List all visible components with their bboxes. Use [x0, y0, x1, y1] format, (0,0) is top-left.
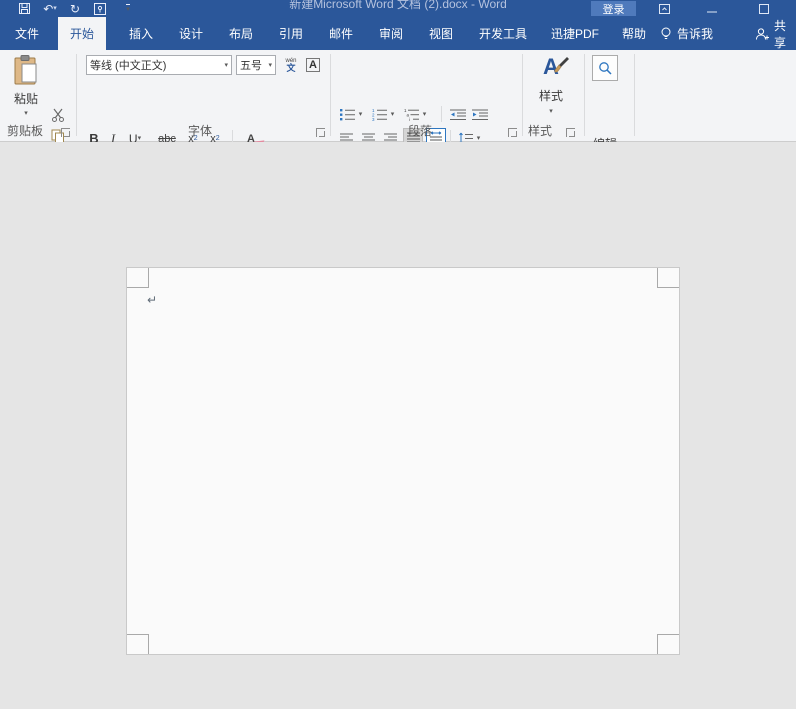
paste-clipboard-icon: [13, 55, 39, 87]
word-application-window: ↶ ▾ ↻ ▾ 新建Microsoft Word 文档 (2).docx - Wo…: [0, 0, 796, 709]
svg-text:3: 3: [372, 117, 375, 121]
lightbulb-icon: [660, 27, 672, 41]
paste-button[interactable]: 粘贴 ▾: [6, 55, 46, 131]
paste-label: 粘贴: [13, 92, 38, 106]
tab-review[interactable]: 审阅: [366, 17, 416, 50]
paragraph-mark: ↵: [147, 293, 158, 307]
group-separator: [634, 54, 635, 136]
tab-pdf[interactable]: 迅捷PDF: [540, 17, 610, 50]
styles-dialog-launcher-icon[interactable]: [566, 128, 575, 137]
maximize-icon[interactable]: [752, 0, 776, 17]
increase-indent-icon[interactable]: [470, 105, 490, 124]
group-separator: [330, 54, 331, 136]
tab-file[interactable]: 文件: [6, 17, 48, 50]
font-name-combobox[interactable]: 等线 (中文正文) ▾: [86, 55, 232, 75]
tab-help[interactable]: 帮助: [610, 17, 658, 50]
title-bar: ↶ ▾ ↻ ▾ 新建Microsoft Word 文档 (2).docx - Wo…: [0, 0, 796, 17]
paragraph-group-label: 段落: [408, 124, 433, 138]
bullets-button[interactable]: ▾: [337, 105, 365, 124]
document-title: 新建Microsoft Word 文档 (2).docx - Word: [289, 0, 507, 11]
tab-insert[interactable]: 插入: [116, 17, 166, 50]
font-name-value: 等线 (中文正文): [90, 60, 167, 72]
brush-icon: [554, 57, 569, 73]
paragraph-dialog-launcher-icon[interactable]: [508, 128, 517, 137]
group-separator: [76, 54, 77, 136]
chevron-down-icon: ▾: [224, 61, 228, 69]
group-separator: [584, 54, 585, 136]
cut-icon[interactable]: [48, 105, 68, 124]
margin-crop-mark: [127, 634, 149, 654]
share-control[interactable]: 共享: [755, 17, 796, 50]
tab-developer[interactable]: 开发工具: [466, 17, 540, 50]
tab-layout[interactable]: 布局: [216, 17, 266, 50]
phonetic-guide-icon[interactable]: wén 文: [281, 55, 301, 75]
styles-button[interactable]: A 样式 ▾: [530, 55, 572, 115]
document-canvas[interactable]: ↵: [0, 142, 796, 709]
search-icon: [599, 62, 612, 75]
share-label: 共享: [774, 18, 787, 50]
clipboard-group-label: 剪贴板: [7, 124, 44, 138]
font-size-combobox[interactable]: 五号 ▾: [236, 55, 276, 75]
document-page[interactable]: ↵: [126, 267, 680, 655]
margin-crop-mark: [127, 268, 149, 288]
font-dialog-launcher-icon[interactable]: [316, 128, 325, 137]
chevron-down-icon: ▾: [358, 111, 363, 118]
minimize-icon[interactable]: [700, 0, 724, 17]
chevron-down-icon: ▾: [390, 111, 395, 118]
tab-home[interactable]: 开始: [58, 17, 106, 50]
margin-crop-mark: [657, 634, 679, 654]
chevron-down-icon: ▾: [549, 108, 553, 115]
chevron-down-icon: ▾: [137, 135, 142, 142]
find-button[interactable]: [592, 55, 618, 81]
character-border-button[interactable]: A: [304, 56, 322, 74]
divider: [441, 106, 442, 122]
numbering-button[interactable]: 123 ▾: [369, 105, 397, 124]
paste-dropdown-caret: ▾: [24, 110, 28, 117]
tell-me-label: 告诉我: [677, 27, 714, 41]
tab-view[interactable]: 视图: [416, 17, 466, 50]
clipboard-dialog-launcher-icon[interactable]: [61, 128, 70, 137]
tab-references[interactable]: 引用: [266, 17, 316, 50]
tab-design[interactable]: 设计: [166, 17, 216, 50]
sign-in-button[interactable]: 登录: [591, 1, 636, 16]
chevron-down-icon: ▾: [268, 61, 272, 69]
margin-crop-mark: [657, 268, 679, 288]
ribbon-display-options-icon[interactable]: [652, 0, 676, 17]
chevron-down-icon: ▾: [476, 135, 481, 142]
font-size-value: 五号: [240, 60, 262, 72]
svg-text:i: i: [409, 117, 410, 121]
ribbon-tab-bar: 文件 开始 插入 设计 布局 引用 邮件 审阅 视图 开发工具 迅捷PDF 帮助…: [0, 17, 796, 50]
styles-group-label: 样式: [528, 124, 553, 138]
styles-a-icon: A: [543, 55, 569, 79]
group-separator: [522, 54, 523, 136]
share-person-icon: [755, 27, 769, 41]
tell-me-control[interactable]: 告诉我: [660, 17, 713, 50]
tab-mailings[interactable]: 邮件: [316, 17, 366, 50]
ribbon: 粘贴 ▾ 剪贴板 等线 (中文正文) ▾ 五号 ▾ wén 文 A B I U …: [0, 50, 796, 171]
chevron-down-icon: ▾: [422, 111, 427, 118]
font-group-label: 字体: [188, 124, 213, 138]
styles-label: 样式: [538, 89, 563, 103]
decrease-indent-icon[interactable]: [448, 105, 468, 124]
